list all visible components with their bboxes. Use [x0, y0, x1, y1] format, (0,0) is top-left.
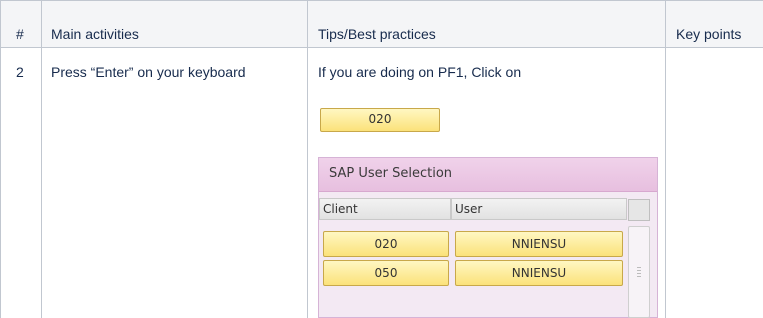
- sap-dialog-titlebar: SAP User Selection: [319, 158, 657, 192]
- column-header-client[interactable]: Client: [319, 198, 451, 220]
- table-divider-1: [41, 0, 42, 318]
- row-tip: If you are doing on PF1, Click on: [318, 64, 522, 80]
- table-border-top: [0, 0, 763, 1]
- sap-user-selection-dialog: SAP User Selection Client User 020 NNIEN…: [318, 157, 658, 318]
- sap-row-user-button[interactable]: NNIENSU: [455, 231, 623, 257]
- header-number: #: [16, 26, 24, 42]
- header-main-activities: Main activities: [51, 26, 139, 42]
- sap-row-client-button[interactable]: 050: [323, 260, 449, 286]
- table-divider-2: [307, 0, 308, 318]
- sap-row-client-button[interactable]: 020: [323, 231, 449, 257]
- row-number: 2: [16, 64, 24, 80]
- header-tips: Tips/Best practices: [318, 26, 436, 42]
- sap-dialog-title: SAP User Selection: [329, 166, 453, 181]
- column-selector-corner[interactable]: [628, 199, 650, 221]
- column-header-user[interactable]: User: [451, 198, 627, 220]
- header-key-points: Key points: [676, 26, 742, 42]
- table-border-left: [0, 0, 1, 318]
- table-border-header: [0, 47, 763, 48]
- table-divider-3: [665, 0, 666, 318]
- sap-dialog-scrollbar[interactable]: [628, 226, 650, 318]
- sap-client-020-button[interactable]: 020: [320, 108, 440, 132]
- sap-row-user-button[interactable]: NNIENSU: [455, 260, 623, 286]
- scrollbar-grip-icon: [637, 267, 641, 277]
- row-activity: Press “Enter” on your keyboard: [51, 64, 246, 80]
